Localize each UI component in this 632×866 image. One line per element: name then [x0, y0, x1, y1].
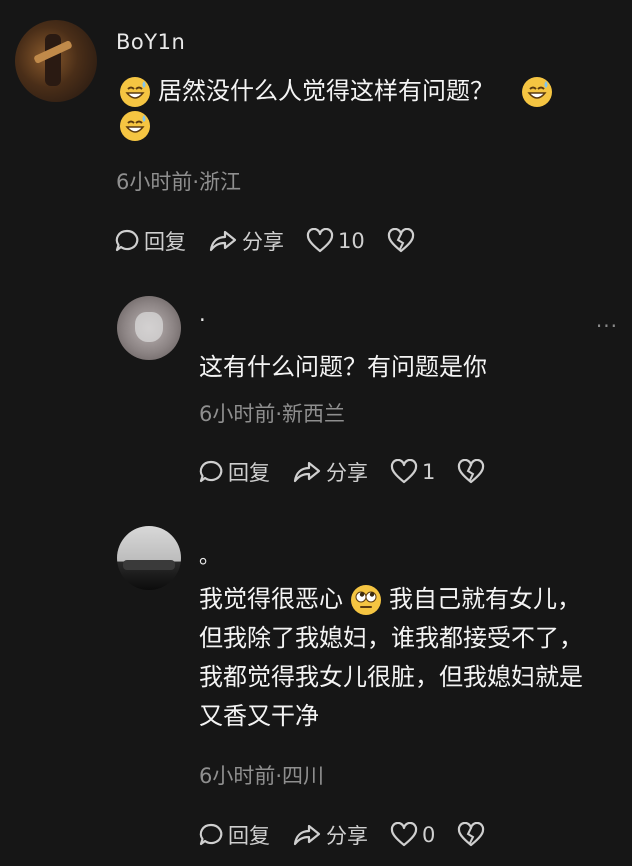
like-button[interactable]: 1	[390, 459, 435, 485]
share-button[interactable]: 分享	[208, 226, 284, 256]
heart-icon	[306, 228, 334, 253]
grinning-sweat-emoji-icon	[120, 111, 150, 141]
username[interactable]: ·	[199, 308, 206, 332]
like-button[interactable]: 0	[390, 822, 435, 848]
share-arrow-icon	[209, 230, 237, 252]
like-button[interactable]: 10	[306, 228, 365, 254]
reply-button[interactable]: 回复	[198, 457, 270, 487]
comment-actions: 回复 分享 1	[198, 457, 511, 487]
reply-label: 回复	[144, 230, 186, 254]
comment-text-line: 居然没什么人觉得这样有问题？	[158, 77, 494, 105]
reply-label: 回复	[228, 824, 270, 848]
speech-bubble-icon	[115, 229, 139, 252]
heart-icon	[390, 822, 418, 847]
heart-icon	[390, 459, 418, 484]
username[interactable]: BoY1n	[116, 30, 185, 54]
time-location: 6小时前·四川	[199, 764, 325, 788]
broken-heart-icon	[458, 822, 485, 847]
share-button[interactable]: 分享	[292, 820, 368, 850]
reply-button[interactable]: 回复	[198, 820, 270, 850]
comment-actions: 回复 分享 10	[114, 226, 441, 256]
comment-text-line: 我都觉得我女儿很脏，但我媳妇就是	[199, 663, 583, 691]
reply-label: 回复	[228, 461, 270, 485]
time-location: 6小时前·浙江	[116, 170, 242, 194]
username[interactable]: 。	[199, 540, 221, 570]
comment-text-line: 这有什么问题？有问题是你	[199, 353, 487, 381]
comment-text-line: 我觉得很恶心	[199, 585, 343, 613]
share-label: 分享	[326, 461, 368, 485]
comment-text: 这有什么问题？有问题是你	[199, 348, 487, 387]
like-count: 10	[338, 229, 365, 253]
comment-text-line: 我自己就有女儿，	[389, 585, 581, 613]
share-label: 分享	[326, 824, 368, 848]
share-label: 分享	[242, 230, 284, 254]
avatar[interactable]	[117, 526, 181, 590]
time-location: 6小时前·新西兰	[199, 402, 346, 426]
comment-actions: 回复 分享 0	[198, 820, 511, 850]
grinning-sweat-emoji-icon	[522, 76, 552, 107]
like-count: 0	[422, 823, 436, 847]
eye-roll-emoji-icon	[351, 584, 381, 615]
more-options-button[interactable]: ···	[596, 314, 618, 338]
comment-text-line: 又香又干净	[199, 702, 319, 730]
share-button[interactable]: 分享	[292, 457, 368, 487]
speech-bubble-icon	[199, 823, 223, 846]
broken-heart-icon	[458, 459, 485, 484]
dislike-button[interactable]	[457, 459, 489, 485]
avatar[interactable]	[117, 296, 181, 360]
avatar[interactable]	[15, 20, 97, 102]
comment-text-line: 但我除了我媳妇，谁我都接受不了，	[199, 624, 583, 652]
speech-bubble-icon	[199, 460, 223, 483]
dislike-button[interactable]	[387, 228, 419, 254]
grinning-sweat-emoji-icon	[120, 76, 150, 107]
comment-text: 居然没什么人觉得这样有问题？	[120, 72, 552, 141]
share-arrow-icon	[293, 461, 321, 483]
comment-text: 我觉得很恶心 我自己就有女儿， 但我除了我媳妇，谁我都接受不了， 我都觉得我女儿…	[199, 580, 583, 736]
dislike-button[interactable]	[457, 822, 489, 848]
share-arrow-icon	[293, 824, 321, 846]
broken-heart-icon	[387, 228, 414, 253]
like-count: 1	[422, 460, 436, 484]
reply-button[interactable]: 回复	[114, 226, 186, 256]
